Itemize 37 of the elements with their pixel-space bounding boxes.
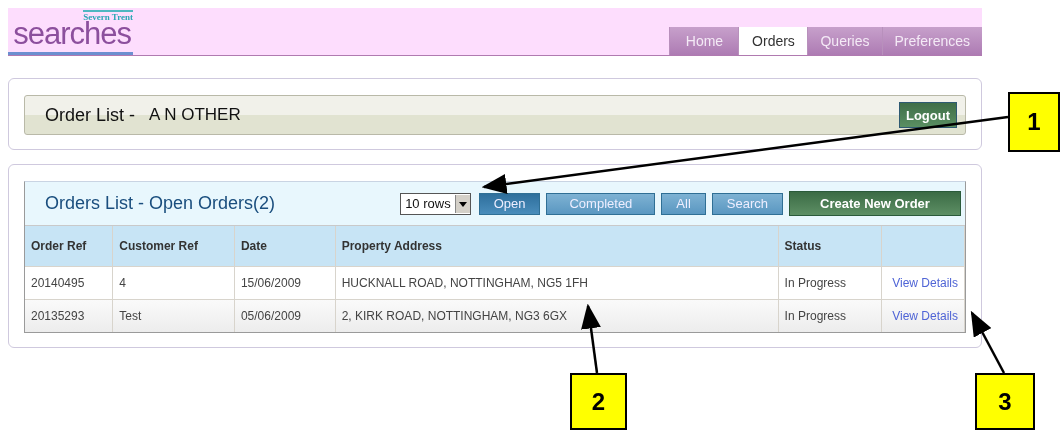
user-name: A N OTHER <box>149 105 242 125</box>
column-header: Property Address <box>335 226 779 267</box>
table-cell: 05/06/2009 <box>234 299 336 332</box>
table-cell: 20135293 <box>25 299 113 332</box>
logo-wordmark: searches <box>13 20 132 48</box>
table-cell: 20140495 <box>25 266 113 300</box>
filter-button[interactable]: Search <box>711 192 783 215</box>
rows-select[interactable]: 10 rows <box>400 192 471 215</box>
table-cell: In Progress <box>778 299 882 332</box>
logout-button[interactable]: Logout <box>898 102 957 128</box>
filter-button[interactable]: Completed <box>546 192 656 215</box>
nav-tab[interactable]: Preferences <box>881 27 982 55</box>
callout-label: 3 <box>975 373 1035 430</box>
filter-button[interactable]: Open <box>478 192 541 215</box>
callout-label: 1 <box>1008 92 1060 152</box>
table-cell: In Progress <box>778 266 882 300</box>
table-cell: 2, KIRK ROAD, NOTTINGHAM, NG3 6GX <box>335 299 779 332</box>
column-header: Order Ref <box>25 226 113 267</box>
column-header: Date <box>234 226 336 267</box>
orders-title: Orders List - Open Orders(2) <box>45 193 277 214</box>
nav-tab[interactable]: Home <box>669 27 739 55</box>
callout-arrow <box>970 310 1006 374</box>
view-details-link[interactable]: View Details <box>888 309 958 323</box>
column-header: Status <box>778 226 882 267</box>
column-header: Customer Ref <box>112 226 235 267</box>
callout-label: 2 <box>570 373 627 430</box>
table-cell: Test <box>112 299 235 332</box>
table-cell: 15/06/2009 <box>234 266 336 300</box>
table-cell: 4 <box>112 266 235 300</box>
nav-tab[interactable]: Orders <box>738 27 808 55</box>
create-order-button[interactable]: Create New Order <box>789 191 961 216</box>
caret-icon <box>454 194 470 213</box>
filter-button[interactable]: All <box>661 192 706 215</box>
table-cell: HUCKNALL ROAD, NOTTINGHAM, NG5 1FH <box>335 266 779 300</box>
page-title: Order List - <box>45 104 136 126</box>
view-details-link[interactable]: View Details <box>888 276 958 290</box>
nav-tab[interactable]: Queries <box>807 27 882 55</box>
